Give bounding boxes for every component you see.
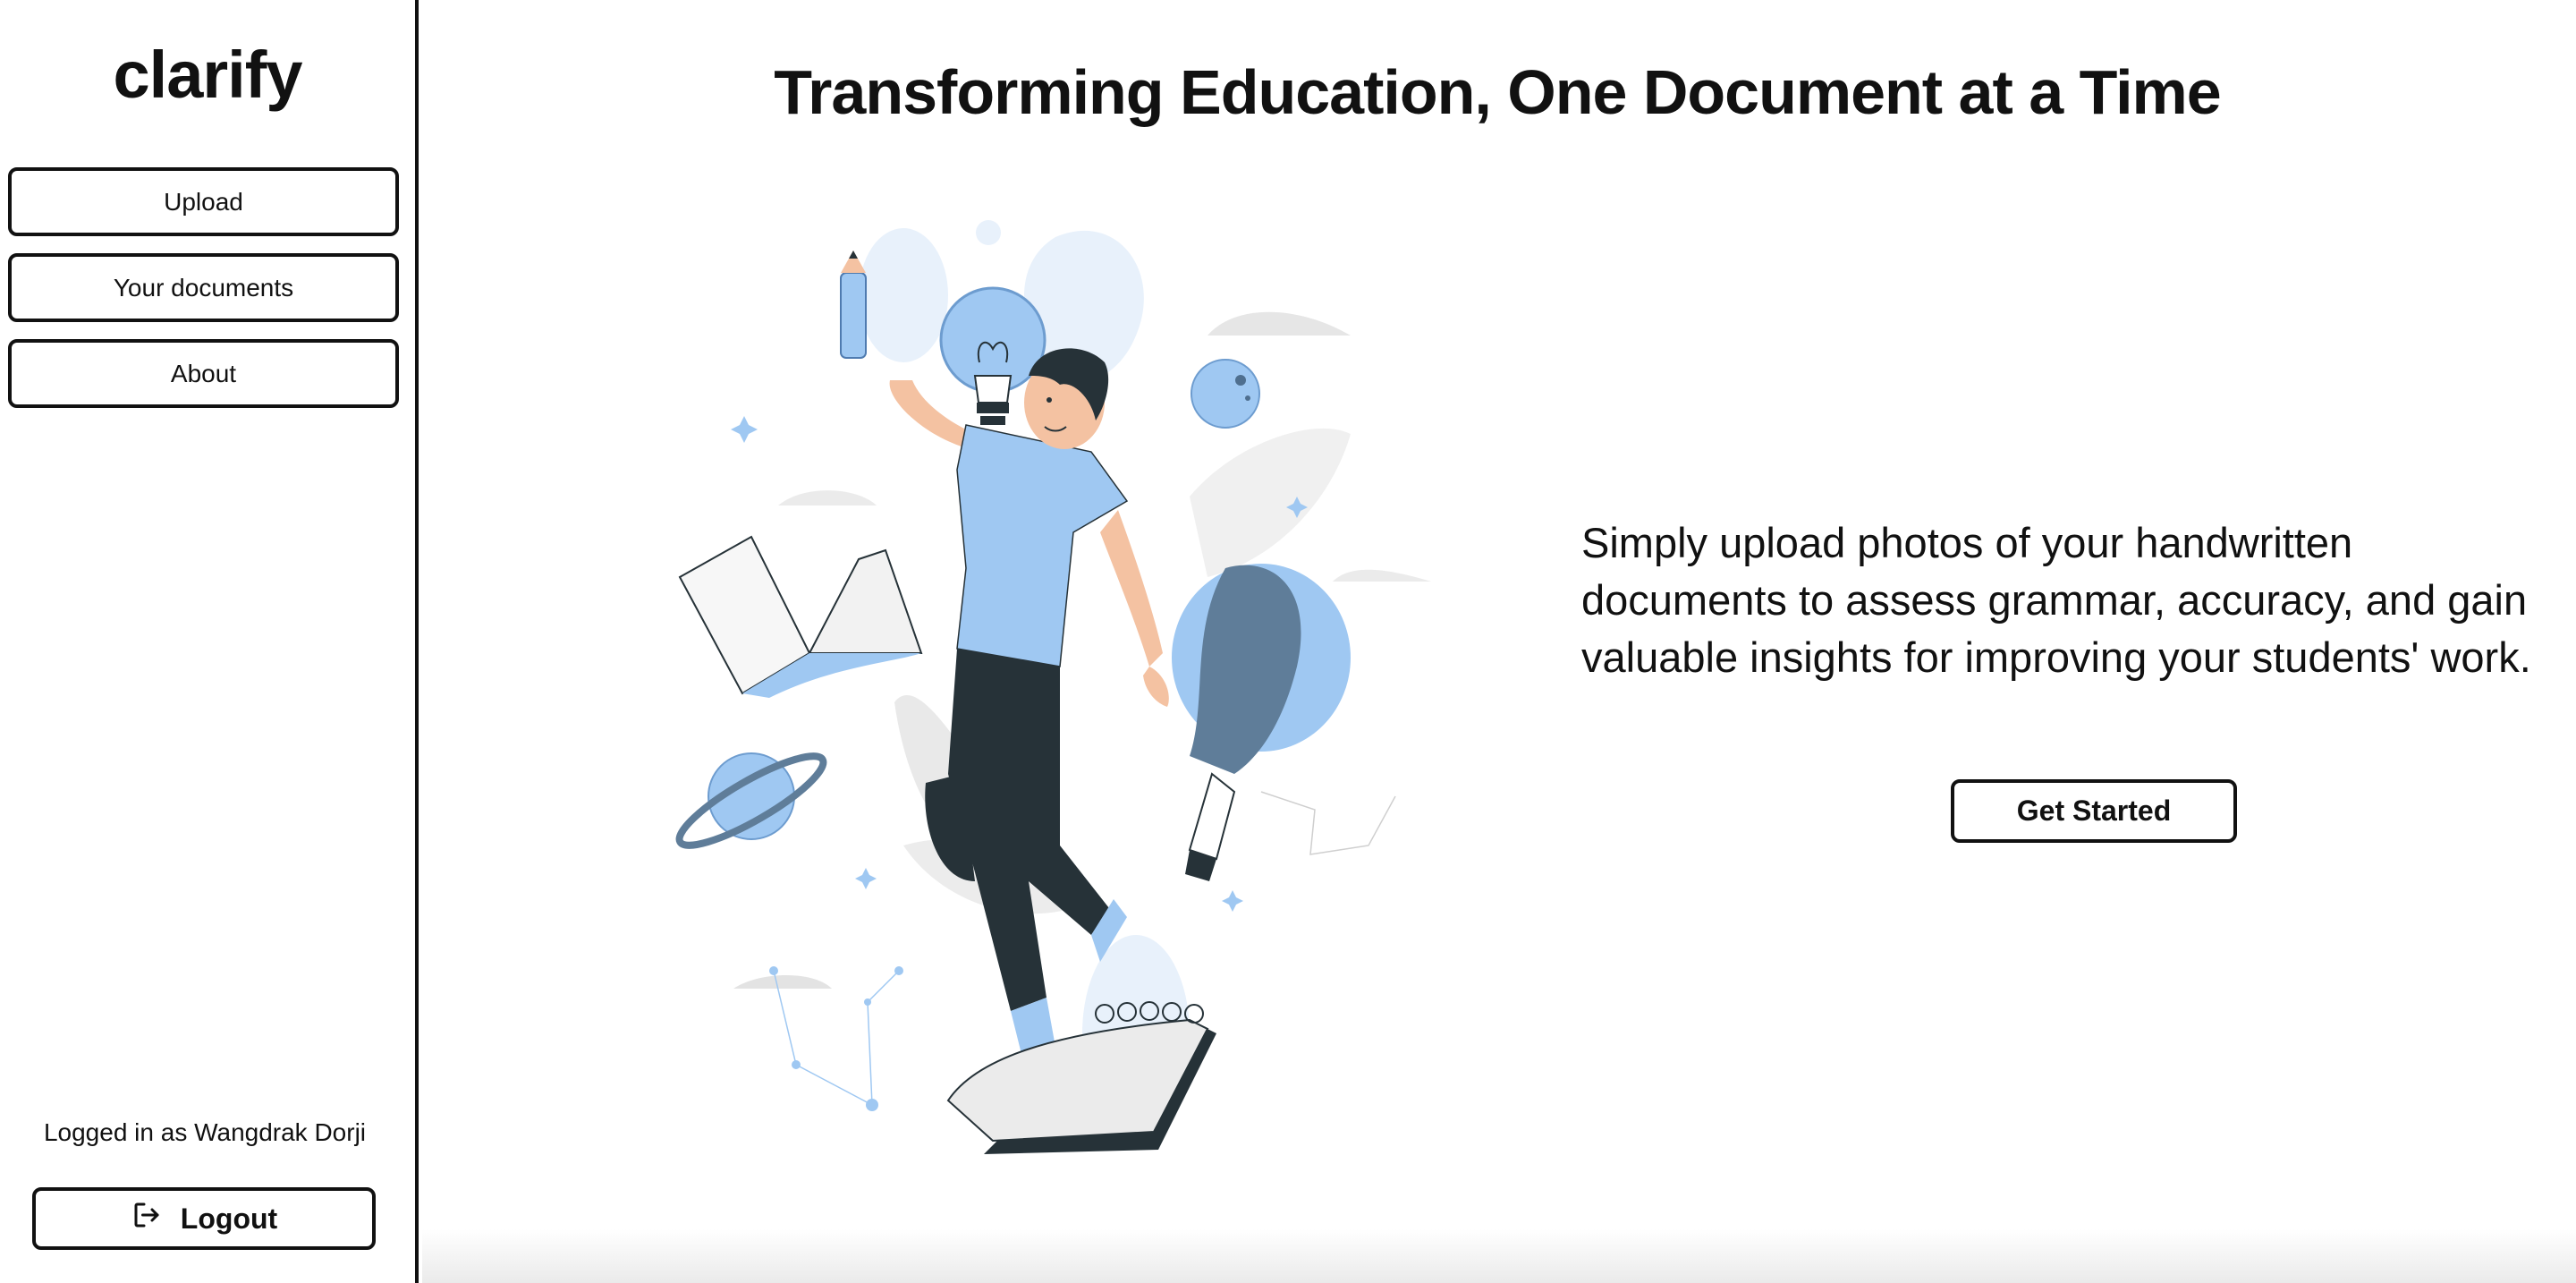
bottom-shadow xyxy=(422,1229,2576,1283)
user-status: Logged in as Wangdrak Dorji xyxy=(43,1118,367,1146)
sidebar-item-upload[interactable]: Upload xyxy=(8,167,399,236)
tagline: Simply upload photos of your handwritten… xyxy=(1581,519,2531,681)
sidebar-item-label: About xyxy=(170,359,237,387)
sidebar: clarify Upload Your documents About Logg… xyxy=(0,0,419,1283)
sidebar-item-label: Upload xyxy=(164,187,243,216)
logout-button[interactable]: Logout xyxy=(32,1187,376,1250)
get-started-label: Get Started xyxy=(2016,794,2172,827)
sidebar-item-about[interactable]: About xyxy=(8,339,399,408)
hero-illustration xyxy=(653,201,1440,1177)
sidebar-item-your-documents[interactable]: Your documents xyxy=(8,253,399,322)
get-started-button[interactable]: Get Started xyxy=(1951,779,2237,843)
logout-icon xyxy=(131,1199,163,1238)
page-title: Transforming Education, One Document at … xyxy=(774,57,2221,127)
sidebar-item-label: Your documents xyxy=(113,273,294,302)
app-logo: clarify xyxy=(113,38,302,112)
logout-label: Logout xyxy=(180,1202,278,1235)
